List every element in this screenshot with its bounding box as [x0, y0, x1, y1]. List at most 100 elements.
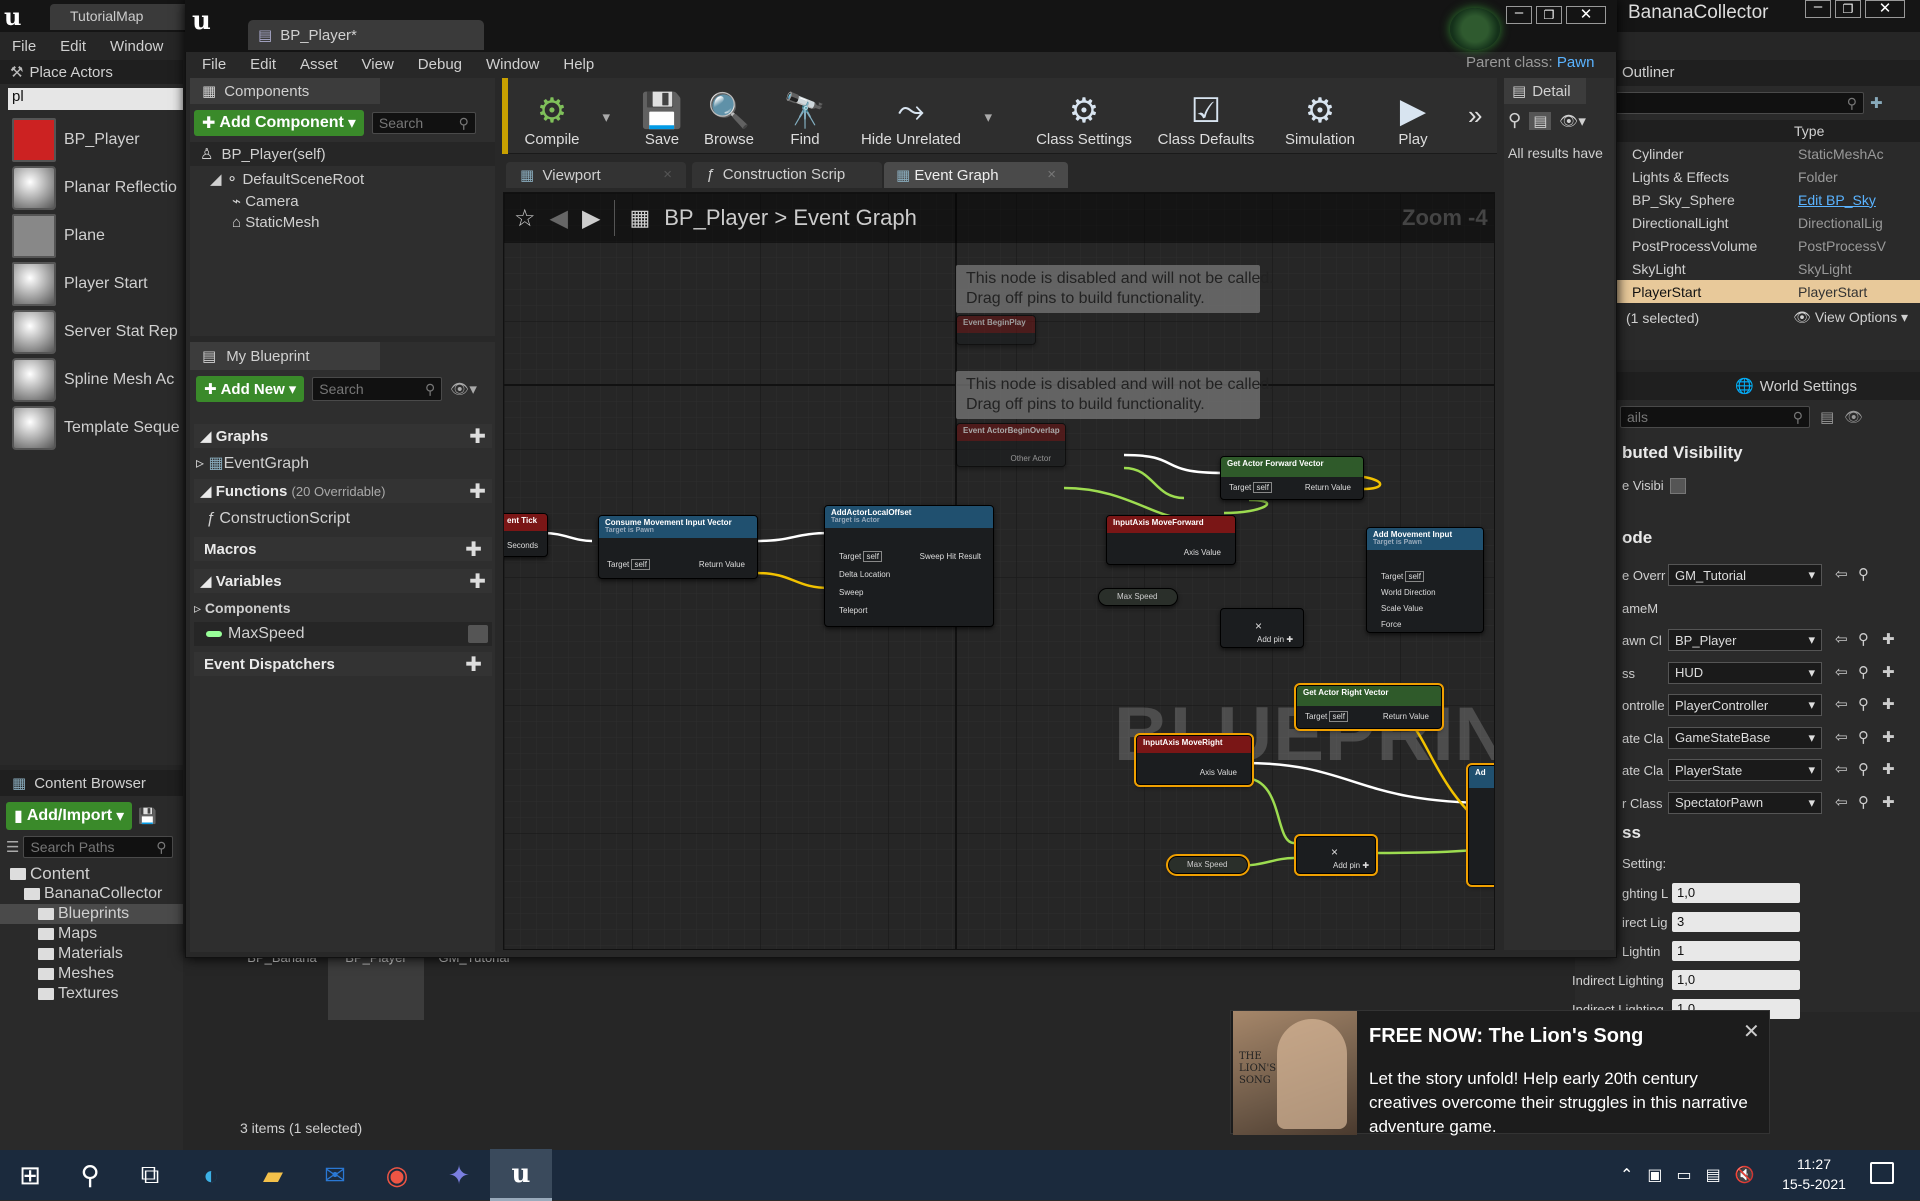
construction-script-item[interactable]: ƒ ConstructionScript [206, 510, 350, 528]
toolbar-overflow-icon[interactable]: » [1468, 100, 1482, 131]
world-number-field[interactable]: 1 [1672, 941, 1800, 961]
eye-icon[interactable]: 👁▾ [450, 380, 477, 398]
world-number-field[interactable]: 3 [1672, 912, 1800, 932]
event-tick-node[interactable]: ent Tick Seconds [504, 513, 548, 557]
component-static-mesh[interactable]: ⌂ StaticMesh [190, 210, 495, 231]
event-begin-play-node[interactable]: Event BeginPlay [956, 315, 1036, 345]
graph-tab-viewport[interactable]: ▦ Viewport × [506, 162, 686, 188]
add-variable-icon[interactable]: ✚ [469, 569, 486, 594]
pin-target[interactable]: Target self [1229, 482, 1272, 493]
max-speed-getter-node[interactable]: Max Speed [1098, 588, 1178, 606]
pin-teleport[interactable]: Teleport [839, 606, 867, 615]
place-actor-item[interactable]: Player Start [0, 260, 183, 308]
eye-icon[interactable]: 👁 [1844, 408, 1863, 426]
pin-sweep[interactable]: Sweep [839, 588, 863, 597]
notification-toast[interactable]: THE LION'S SONG FREE NOW: The Lion's Son… [1230, 1010, 1770, 1136]
meet-now-icon[interactable]: ▣ [1647, 1165, 1662, 1185]
pin-sweep-hit[interactable]: Sweep Hit Result [920, 552, 981, 561]
world-number-field[interactable]: 1,0 [1672, 883, 1800, 903]
event-dispatchers-header[interactable]: Event Dispatchers ✚ [194, 652, 492, 676]
outliner-row[interactable]: PostProcessVolume PostProcessV [1614, 234, 1920, 257]
content-folder-item[interactable]: Blueprints [0, 904, 183, 924]
add-macro-icon[interactable]: ✚ [465, 537, 482, 562]
bp-document-tab[interactable]: ▤ BP_Player* [248, 20, 484, 50]
place-actors-tab[interactable]: Place Actors [29, 64, 112, 81]
multiply-node[interactable]: × Add pin ✚ [1294, 834, 1378, 876]
plus-icon[interactable]: ✚ [1882, 695, 1895, 713]
add-new-button[interactable]: ✚ Add New ▾ [196, 376, 305, 402]
minimize-icon[interactable]: – [1506, 5, 1532, 24]
max-speed-getter-node[interactable]: Max Speed [1166, 854, 1250, 876]
details-tab[interactable]: Detail [1532, 83, 1570, 100]
outliner-row[interactable]: SkyLight SkyLight [1614, 257, 1920, 280]
bp-menu-view[interactable]: View [350, 56, 406, 73]
search-icon[interactable]: ⚲ [1858, 695, 1869, 713]
source-control-icon[interactable] [1450, 8, 1500, 50]
place-actor-item[interactable]: Plane [0, 212, 183, 260]
pin-scale-value[interactable]: Scale Value [1381, 604, 1423, 613]
browse-arrow-icon[interactable]: ⇦ [1835, 630, 1848, 648]
battery-icon[interactable]: ▭ [1677, 1165, 1692, 1185]
content-folder-item[interactable]: Materials [0, 944, 183, 964]
play-button[interactable]: ▶ Play [1378, 80, 1448, 152]
menu-edit[interactable]: Edit [48, 38, 98, 55]
outliner-type-header[interactable]: Type [1794, 123, 1824, 139]
get-actor-right-vector-node[interactable]: Get Actor Right Vector Target self Retur… [1294, 683, 1444, 731]
find-button[interactable]: 🔭 Find [770, 80, 840, 152]
multiply-node[interactable]: × Add pin ✚ [1220, 608, 1304, 648]
chrome-icon[interactable]: ◉ [366, 1149, 428, 1201]
browse-arrow-icon[interactable]: ⇦ [1835, 760, 1848, 778]
chevron-down-icon[interactable]: ▾ [984, 108, 992, 126]
content-folder-item[interactable]: BananaCollector [0, 884, 183, 904]
content-folder-item[interactable]: Textures [0, 984, 183, 1004]
content-folder-item[interactable]: Content [0, 864, 183, 884]
view-options-button[interactable]: 👁 View Options ▾ [1793, 309, 1908, 326]
edge-icon[interactable]: ◐ [180, 1149, 242, 1201]
plus-icon[interactable]: ✚ [1882, 728, 1895, 746]
functions-header[interactable]: ◢ Functions (20 Overridable) ✚ [194, 479, 492, 503]
variables-header[interactable]: ◢ Variables ✚ [194, 569, 492, 593]
outliner-row[interactable]: Cylinder StaticMeshAc [1614, 142, 1920, 165]
class-defaults-button[interactable]: ☑ Class Defaults [1146, 80, 1266, 152]
pin-other-actor[interactable]: Other Actor [1011, 454, 1051, 463]
bp-menu-asset[interactable]: Asset [288, 56, 350, 73]
world-section-gamemode[interactable]: ode [1622, 528, 1652, 548]
class-settings-button[interactable]: ⚙ Class Settings [1022, 80, 1146, 152]
component-self[interactable]: BP_Player(self) [221, 146, 325, 163]
place-actor-item[interactable]: Planar Reflectio [0, 164, 183, 212]
close-icon[interactable]: × [663, 166, 672, 183]
max-speed-variable[interactable]: MaxSpeed [194, 622, 492, 646]
minimize-icon[interactable]: – [1805, 0, 1831, 18]
outliner-row[interactable]: PlayerStart PlayerStart [1614, 280, 1920, 303]
browse-arrow-icon[interactable]: ⇦ [1835, 695, 1848, 713]
place-actor-item[interactable]: Server Stat Rep [0, 308, 183, 356]
pin-return-value[interactable]: Return Value [1305, 483, 1351, 492]
bp-menu-file[interactable]: File [190, 56, 238, 73]
disabled-node-comment[interactable]: This node is disabled and will not be ca… [956, 371, 1274, 419]
search-icon[interactable]: ⚲ [1858, 630, 1869, 648]
pin-return-value[interactable]: Return Value [1383, 712, 1429, 721]
close-icon[interactable]: × [1047, 166, 1056, 183]
pin-delta-location[interactable]: Delta Location [839, 570, 890, 579]
close-icon[interactable]: ✕ [1865, 0, 1905, 18]
content-folder-item[interactable]: Meshes [0, 964, 183, 984]
place-actors-search[interactable]: pl [8, 88, 183, 110]
filter-icon[interactable]: ☰ [6, 838, 19, 856]
bp-menu-window[interactable]: Window [474, 56, 551, 73]
pin-axis-value[interactable]: Axis Value [1200, 768, 1237, 777]
pin-target[interactable]: Target self [1305, 711, 1348, 722]
world-setting-dropdown[interactable]: GM_Tutorial ▾ [1668, 564, 1822, 586]
bp-menu-edit[interactable]: Edit [238, 56, 288, 73]
pin-target[interactable]: Target self [607, 559, 650, 570]
add-graph-icon[interactable]: ✚ [469, 424, 486, 449]
outliner-row-type[interactable]: Edit BP_Sky [1798, 192, 1908, 208]
pin-target[interactable]: Target self [1381, 571, 1424, 582]
search-paths-input[interactable]: Search Paths ⚲ [23, 836, 174, 858]
search-icon[interactable]: ⚲ [1858, 565, 1869, 583]
chevron-up-icon[interactable]: ⌃ [1620, 1165, 1633, 1185]
save-button[interactable]: 💾 Save [632, 80, 692, 152]
bp-menu-debug[interactable]: Debug [406, 56, 474, 73]
search-icon[interactable]: ⚲ [1508, 110, 1521, 131]
input-axis-move-forward-node[interactable]: InputAxis MoveForward Axis Value [1106, 515, 1236, 565]
consume-movement-node[interactable]: Consume Movement Input Vector Target is P… [598, 515, 758, 579]
